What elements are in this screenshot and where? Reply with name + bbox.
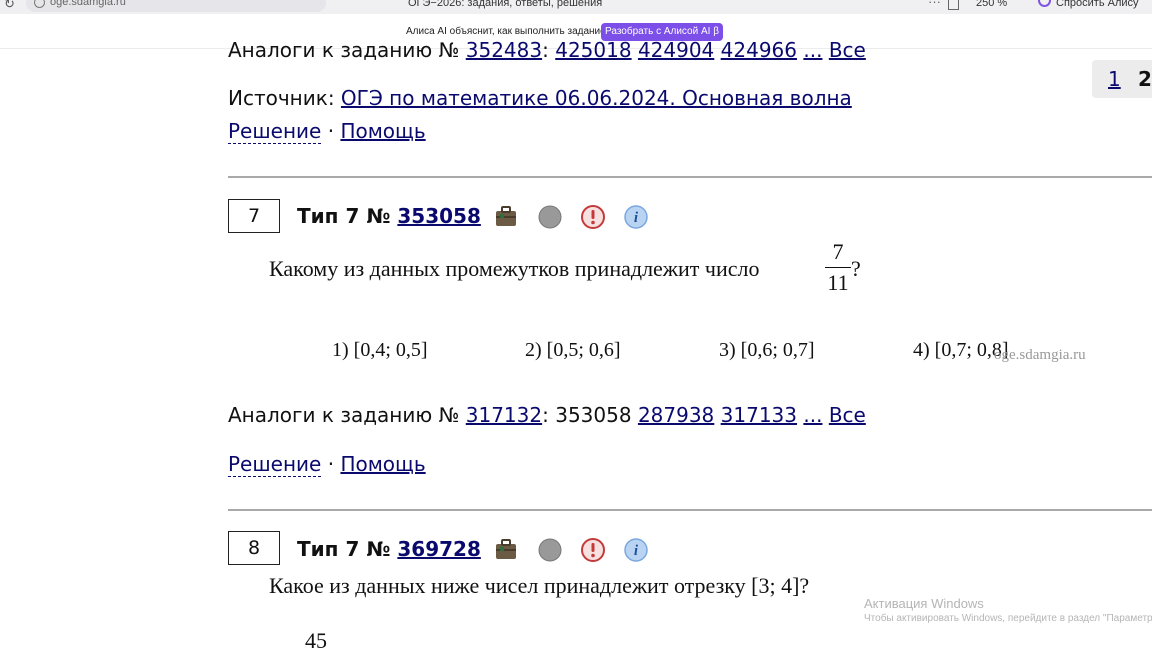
task-type-label: Тип 7 №	[297, 537, 391, 561]
analogs-label: Аналоги к заданию №	[228, 38, 460, 62]
analog-link[interactable]: 317132	[466, 403, 542, 427]
analog-link[interactable]: 424966	[721, 38, 797, 62]
analogs-all-link[interactable]: Все	[829, 38, 866, 62]
address-url: oge.sdamgia.ru	[50, 0, 126, 8]
task-id-link[interactable]: 353058	[397, 204, 481, 228]
task-type-label: Тип 7 №	[297, 204, 391, 228]
gray-circle-icon[interactable]	[538, 538, 562, 562]
fraction-bar	[825, 267, 851, 268]
pagination: 1 2	[1092, 60, 1152, 98]
analog-link[interactable]: 424904	[638, 38, 714, 62]
site-watermark: oge.sdamgia.ru	[994, 347, 1086, 363]
more-menu-icon[interactable]: ···	[928, 0, 941, 9]
option-partial: 45	[305, 628, 327, 653]
fraction-numerator: 7	[832, 239, 844, 264]
option-1: 1) [0,4; 0,5]	[332, 339, 428, 361]
alice-bar-text: Алиса AI объяснит, как выполнить задание	[406, 26, 606, 37]
analog-link[interactable]: 287938	[638, 403, 714, 427]
page-link[interactable]: 1	[1108, 67, 1121, 91]
task-id-link[interactable]: 369728	[397, 537, 481, 561]
source-link[interactable]: ОГЭ по математике 06.06.2024. Основная в…	[341, 86, 852, 110]
separator-dot: ·	[327, 119, 335, 143]
task7-question: Какому из данных промежутков принадлежит…	[269, 256, 759, 282]
task7-header: Тип 7 № 353058	[297, 204, 481, 228]
solution-link[interactable]: Решение	[228, 452, 322, 477]
page-tab-title: ОГЭ−2026: задания, ответы, решения	[408, 0, 603, 9]
analogs-all-link[interactable]: Все	[829, 403, 866, 427]
task7-actions: Решение · Помощь	[228, 452, 426, 477]
question-text: Какому из данных промежутков принадлежит…	[269, 256, 760, 281]
option-2: 2) [0,5; 0,6]	[525, 339, 621, 361]
task-number-box: 7	[228, 199, 280, 233]
info-icon[interactable]: i	[624, 538, 648, 562]
task-divider	[228, 176, 1152, 178]
browser-toolbar: ↻ oge.sdamgia.ru ОГЭ−2026: задания, отве…	[0, 0, 1152, 14]
analogs-label: Аналоги к заданию №	[228, 403, 460, 427]
info-icon[interactable]: i	[624, 205, 648, 229]
task-divider	[228, 509, 1152, 511]
address-bar[interactable]: oge.sdamgia.ru	[26, 0, 326, 12]
briefcase-icon[interactable]	[494, 537, 518, 561]
task-number-box: 8	[228, 531, 280, 565]
current-page: 2	[1138, 67, 1152, 91]
zoom-level[interactable]: 250 %	[976, 0, 1007, 9]
alice-icon	[1038, 0, 1051, 7]
analog-link[interactable]: 352483	[466, 38, 542, 62]
reload-icon[interactable]: ↻	[4, 0, 15, 12]
activation-text: Чтобы активировать Windows, перейдите в …	[864, 613, 1152, 624]
fraction: 7 11	[825, 239, 851, 296]
help-link[interactable]: Помощь	[340, 119, 425, 143]
fraction-denominator: 11	[827, 270, 849, 295]
bookmark-icon[interactable]	[948, 0, 959, 10]
task6-actions: Решение · Помощь	[228, 119, 426, 144]
ask-alice-label: Спросить Алису AI	[1056, 0, 1139, 9]
task8-question: Какое из данных ниже чисел принадлежит о…	[269, 573, 810, 598]
ask-alice-button[interactable]: Спросить Алису AI	[1030, 0, 1152, 12]
solution-link[interactable]: Решение	[228, 119, 322, 144]
separator-dot: ·	[327, 452, 335, 476]
question-mark: ?	[851, 256, 861, 281]
option-3: 3) [0,6; 0,7]	[719, 339, 815, 361]
gray-circle-icon[interactable]	[538, 205, 562, 229]
source-label: Источник:	[228, 86, 335, 110]
site-info-icon[interactable]	[34, 0, 45, 8]
briefcase-icon[interactable]	[494, 204, 518, 228]
analog-current: 353058	[555, 403, 632, 427]
task6-source: Источник: ОГЭ по математике 06.06.2024. …	[228, 86, 852, 110]
task7-analogs: Аналоги к заданию № 317132: 353058 28793…	[228, 403, 866, 427]
activation-title: Активация Windows	[864, 596, 984, 611]
exclamation-icon[interactable]	[581, 205, 605, 229]
task8-header: Тип 7 № 369728	[297, 537, 481, 561]
help-link[interactable]: Помощь	[340, 452, 425, 476]
analogs-more-link[interactable]: ...	[803, 38, 822, 62]
analog-link[interactable]: 425018	[555, 38, 631, 62]
windows-activation-notice: Активация Windows Чтобы активировать Win…	[864, 596, 1152, 624]
analogs-more-link[interactable]: ...	[803, 403, 822, 427]
exclamation-icon[interactable]	[581, 538, 605, 562]
task6-analogs: Аналоги к заданию № 352483: 425018 42490…	[228, 38, 866, 62]
analog-link[interactable]: 317133	[721, 403, 797, 427]
